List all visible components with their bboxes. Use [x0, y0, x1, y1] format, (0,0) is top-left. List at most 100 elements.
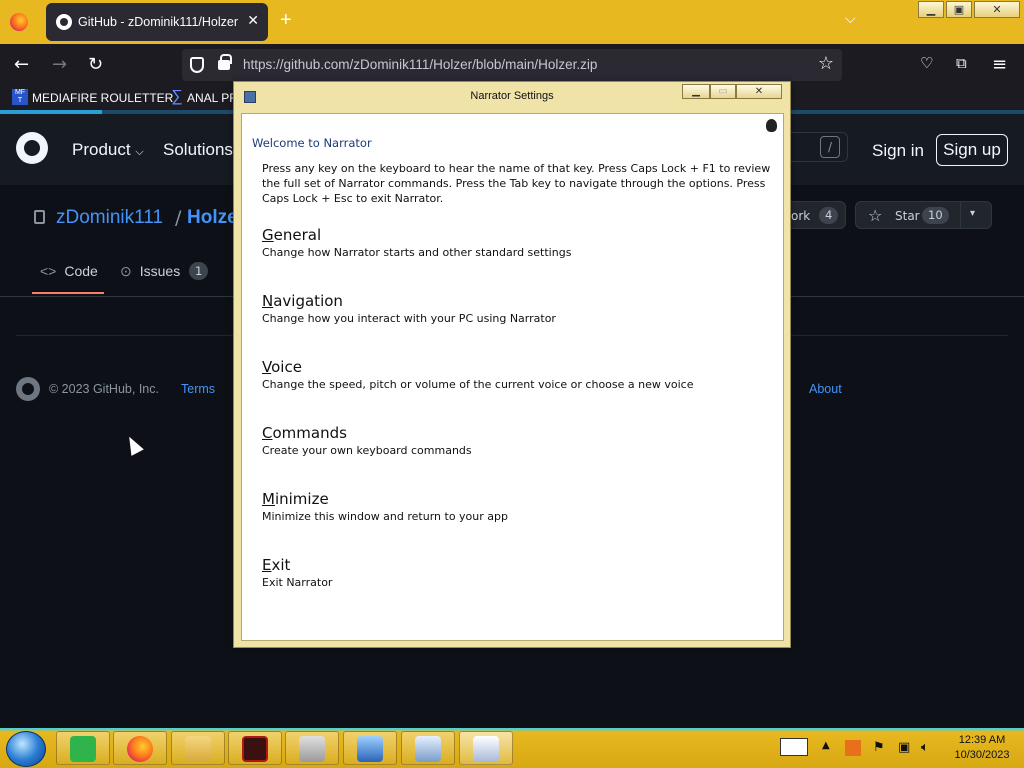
back-arrow-icon[interactable]: ← — [14, 54, 29, 75]
tracking-shield-icon[interactable] — [190, 57, 204, 73]
repo-name-link[interactable]: Holze — [187, 207, 238, 229]
sign-in-link[interactable]: Sign in — [872, 141, 924, 161]
repo-owner-link[interactable]: zDominik111 — [56, 207, 163, 229]
taskbar-file-explorer[interactable] — [171, 731, 225, 765]
extensions-icon[interactable]: ⧉ — [956, 54, 967, 72]
footer-terms-link[interactable]: Terms — [181, 382, 215, 396]
narrator-intro-text: Press any key on the keyboard to hear th… — [262, 162, 771, 205]
issue-opened-icon: ⊙ — [120, 263, 132, 279]
narrator-settings-window: Narrator Settings ▁ ▭ ✕ Welcome to Narra… — [233, 81, 791, 648]
narrator-mic-icon — [766, 119, 777, 132]
taskbar: ▲ ⚑ ▣ 🔈︎ 12:39 AM 10/30/2023 — [0, 728, 1024, 768]
option-voice-link[interactable]: Voice — [262, 358, 302, 376]
tab-issues[interactable]: ⊙ Issues — [120, 263, 180, 280]
taskbar-text-editor[interactable] — [56, 731, 110, 765]
option-commands-link[interactable]: Commands — [262, 424, 347, 442]
taskbar-on-screen-keyboard[interactable] — [459, 731, 513, 765]
taskbar-archive[interactable] — [285, 731, 339, 765]
option-commands-description: Create your own keyboard commands — [262, 444, 472, 457]
option-commands-accel: C — [262, 424, 273, 442]
bookmark-anal-pf[interactable]: ANAL PF — [187, 91, 237, 105]
narrator-maximize-button: ▭ — [710, 84, 736, 99]
new-tab-button[interactable]: + — [280, 9, 292, 32]
option-exit-link[interactable]: Exit — [262, 556, 290, 574]
archive-icon — [299, 736, 325, 762]
sign-up-button[interactable]: Sign up — [936, 134, 1008, 166]
menu-hamburger-icon[interactable]: ≡ — [992, 54, 1007, 75]
star-dropdown-caret-icon[interactable]: ▾ — [970, 208, 975, 219]
forward-arrow-icon[interactable]: → — [52, 54, 67, 75]
window-minimize-button[interactable]: ▁ — [918, 1, 944, 18]
option-navigation-link[interactable]: Navigation — [262, 292, 343, 310]
browser-tab-github[interactable]: GitHub - zDominik111/Holzer ✕ — [46, 3, 268, 41]
narrator-minimize-button[interactable]: ▁ — [682, 84, 710, 99]
window-maximize-button[interactable]: ▣ — [946, 1, 972, 18]
taskbar-clock[interactable]: 12:39 AM 10/30/2023 — [946, 733, 1018, 763]
tab-close-icon[interactable]: ✕ — [247, 12, 259, 29]
option-minimize-accel: M — [262, 490, 275, 508]
reload-icon[interactable]: ↻ — [88, 54, 103, 75]
volume-icon[interactable]: 🔈︎ — [921, 740, 929, 755]
option-voice-description: Change the speed, pitch or volume of the… — [262, 378, 694, 391]
text-editor-icon — [70, 736, 96, 762]
keyboard-tray-icon[interactable] — [780, 738, 808, 756]
url-bar[interactable]: https://github.com/zDominik111/Holzer/bl… — [182, 49, 842, 81]
app-tray-icon[interactable] — [845, 740, 861, 756]
taskbar-calculator[interactable] — [401, 731, 455, 765]
fork-label: ork — [791, 209, 811, 223]
active-tab-indicator — [32, 292, 104, 294]
sigma-bookmark-icon: ∑ — [171, 88, 183, 105]
option-voice-accel: V — [262, 358, 272, 376]
footer-copyright: © 2023 GitHub, Inc. — [49, 382, 159, 396]
option-minimize-description: Minimize this window and return to your … — [262, 510, 508, 523]
lock-icon[interactable] — [218, 54, 232, 70]
option-navigation-description: Change how you interact with your PC usi… — [262, 312, 556, 325]
on-screen-keyboard-icon — [473, 736, 499, 762]
option-general-description: Change how Narrator starts and other sta… — [262, 246, 572, 259]
narrator-close-button[interactable]: ✕ — [736, 84, 782, 99]
mediafire-bookmark-icon: MF T — [12, 89, 28, 105]
file-explorer-icon — [185, 736, 211, 762]
bookmark-mediafire[interactable]: MEDIAFIRE ROULETTER — [32, 91, 173, 105]
tab-code[interactable]: <> Code — [40, 263, 98, 279]
window-close-button[interactable]: ✕ — [974, 1, 1020, 18]
narrator-titlebar[interactable]: Narrator Settings ▁ ▭ ✕ — [234, 82, 790, 111]
action-center-flag-icon[interactable]: ⚑ — [873, 740, 885, 755]
star-button[interactable]: ☆ Star 10 ▾ — [855, 201, 992, 229]
star-button-divider — [960, 202, 961, 228]
fork-count: 4 — [819, 207, 839, 224]
bookmark-star-icon[interactable]: ☆ — [818, 53, 834, 74]
nav-product[interactable]: Product ⌵ — [72, 140, 144, 160]
taskbar-network[interactable] — [343, 731, 397, 765]
code-icon: <> — [40, 263, 57, 279]
footer-github-logo-icon[interactable] — [16, 377, 40, 401]
taskbar-firefox[interactable] — [113, 731, 167, 765]
tab-issues-label: Issues — [139, 263, 181, 279]
show-hidden-icons-arrow-icon[interactable]: ▲ — [822, 740, 830, 751]
narrator-welcome-heading: Welcome to Narrator — [252, 136, 372, 150]
option-commands-label: ommands — [272, 424, 347, 442]
firefox-logo-icon[interactable] — [10, 13, 28, 31]
url-text[interactable]: https://github.com/zDominik111/Holzer/bl… — [243, 57, 597, 72]
nav-solutions[interactable]: Solutions — [163, 140, 233, 160]
calculator-icon — [415, 736, 441, 762]
browser-nav-bar: ← → ↻ https://github.com/zDominik111/Hol… — [0, 44, 1024, 86]
start-button-icon[interactable] — [6, 731, 46, 767]
tab-title: GitHub - zDominik111/Holzer — [78, 15, 239, 29]
option-general-link[interactable]: General — [262, 226, 321, 244]
repo-path-separator: / — [175, 207, 182, 229]
option-exit-description: Exit Narrator — [262, 576, 333, 589]
game-icon — [242, 736, 268, 762]
network-tray-icon[interactable]: ▣ — [898, 740, 910, 755]
footer-about-link[interactable]: About — [809, 382, 842, 396]
option-minimize-label: inimize — [274, 490, 329, 508]
option-general-accel: G — [262, 226, 274, 244]
option-navigation-accel: N — [262, 292, 274, 310]
github-logo-icon[interactable] — [16, 132, 48, 164]
firefox-icon — [127, 736, 153, 762]
tab-list-chevron-icon[interactable]: ⌵ — [845, 11, 856, 27]
search-shortcut-key: / — [820, 136, 840, 158]
pocket-icon[interactable]: ♡ — [920, 54, 933, 72]
option-minimize-link[interactable]: Minimize — [262, 490, 329, 508]
taskbar-game[interactable] — [228, 731, 282, 765]
